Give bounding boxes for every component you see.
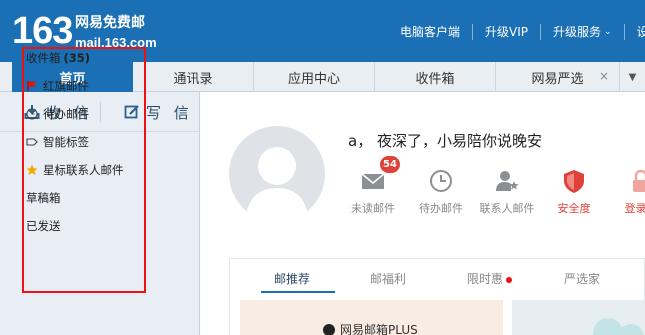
tab-contacts[interactable]: 通讯录 — [133, 62, 254, 92]
inbox-unread-count: (35) — [63, 51, 91, 65]
stat-label: 联系人邮件 — [479, 202, 535, 215]
promo-banner-label: 网易邮箱PLUS — [340, 323, 418, 335]
netease-mail-logo-icon — [323, 323, 335, 335]
user-silhouette-icon — [245, 147, 309, 222]
stat-label: 未读邮件 — [351, 202, 395, 215]
promo-banner-title: 网易邮箱PLUS — [323, 321, 418, 335]
chevron-down-icon: ⌄ — [604, 27, 612, 37]
stat-label: 待办邮件 — [419, 202, 463, 215]
subtab-benefits[interactable]: 邮福利 — [370, 270, 406, 287]
envelope-icon — [361, 173, 385, 189]
inbox-label: 收件箱 — [26, 51, 61, 65]
upgrade-vip-link[interactable]: 升级VIP — [472, 24, 540, 40]
upgrade-service-link[interactable]: 升级服务 ⌄ — [540, 24, 624, 40]
clock-icon — [26, 108, 38, 120]
subtab-limited[interactable]: 限时惠 — [467, 270, 513, 287]
stat-login-protect[interactable]: 登录保 — [611, 168, 645, 218]
folder-list: 收件箱 (35) 红旗邮件 待办邮件 智能标签 星标联系人邮件 草稿箱 已发送 — [22, 47, 146, 293]
lock-icon — [633, 169, 645, 192]
stat-label: 安全度 — [557, 202, 591, 215]
active-subtab-indicator — [261, 291, 335, 293]
avatar[interactable] — [229, 126, 325, 222]
folder-label: 待办邮件 — [43, 107, 89, 121]
stat-unread[interactable]: 未读邮件 — [343, 168, 403, 218]
tag-icon — [26, 138, 38, 146]
unread-badge: 54 — [380, 156, 400, 173]
stat-contact-mail[interactable]: 联系人邮件 — [477, 168, 537, 218]
stat-todo[interactable]: 待办邮件 — [411, 168, 471, 218]
red-flag-icon — [27, 81, 36, 91]
folder-label: 红旗邮件 — [43, 79, 89, 93]
header-links: 电脑客户端 升级VIP 升级服务 ⌄ 设 — [388, 22, 645, 42]
tab-more-chevron-icon[interactable]: ▼ — [620, 62, 645, 92]
subtab-recommend[interactable]: 邮推荐 — [274, 270, 310, 287]
logo-name: 网易免费邮 — [75, 15, 145, 31]
stat-security[interactable]: 安全度 — [544, 168, 604, 218]
contact-star-icon — [496, 171, 519, 191]
tab-yanxuan-label: 网易严选 — [531, 71, 584, 87]
folder-sent[interactable]: 已发送 — [26, 217, 61, 235]
folder-red-flag[interactable]: 红旗邮件 — [26, 77, 89, 95]
desktop-client-link[interactable]: 电脑客户端 — [388, 24, 472, 40]
compose-label: 写 信 — [146, 103, 193, 122]
folder-label: 星标联系人邮件 — [43, 163, 124, 177]
folder-label: 草稿箱 — [26, 191, 61, 205]
greeting-text: a， 夜深了，小易陪你说晚安 — [348, 132, 542, 150]
stat-label: 登录保 — [624, 202, 645, 215]
shield-icon — [564, 170, 584, 193]
subtab-yanxuan[interactable]: 严选家 — [564, 270, 600, 287]
settings-link[interactable]: 设 — [623, 24, 645, 40]
folder-label: 智能标签 — [43, 135, 89, 149]
notification-dot — [506, 276, 513, 283]
close-icon[interactable]: × — [599, 69, 609, 83]
folder-inbox[interactable]: 收件箱 (35) — [26, 49, 90, 67]
folder-smart-tags[interactable]: 智能标签 — [26, 133, 89, 151]
tab-app-center[interactable]: 应用中心 — [254, 62, 375, 92]
folder-starred-contacts[interactable]: 星标联系人邮件 — [26, 161, 124, 179]
tab-yanxuan[interactable]: 网易严选 × — [496, 62, 620, 92]
clock-icon — [430, 170, 452, 192]
folder-label: 已发送 — [26, 219, 61, 233]
folder-todo[interactable]: 待办邮件 — [26, 105, 89, 123]
upgrade-service-label: 升级服务 — [553, 25, 602, 39]
tab-inbox[interactable]: 收件箱 — [375, 62, 496, 92]
star-icon — [26, 164, 38, 175]
logo-number[interactable]: 163 — [12, 10, 73, 52]
subtab-limited-label: 限时惠 — [467, 272, 504, 286]
folder-drafts[interactable]: 草稿箱 — [26, 189, 61, 207]
